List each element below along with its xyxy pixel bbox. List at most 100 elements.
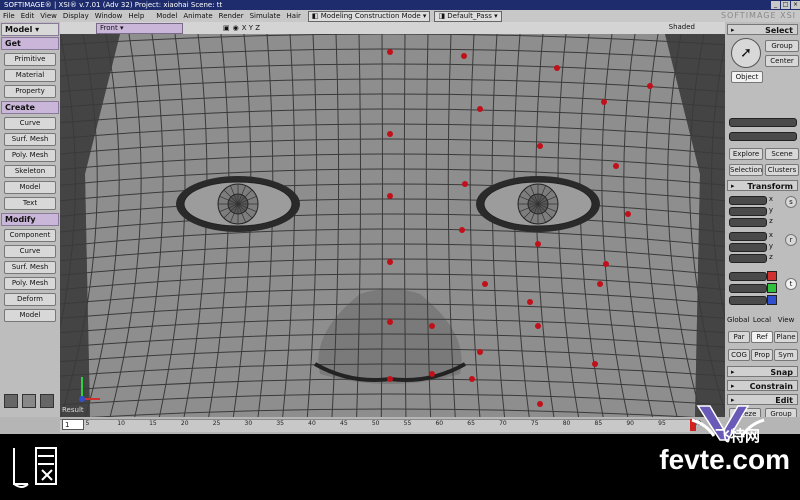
translate-x-swatch[interactable]: [767, 271, 777, 281]
view-button[interactable]: View: [775, 316, 797, 324]
global-button[interactable]: Global: [727, 316, 749, 324]
cog-button[interactable]: COG: [728, 349, 750, 361]
rotate-button[interactable]: r: [785, 234, 797, 246]
clusters-button[interactable]: Clusters: [765, 164, 799, 176]
scale-x-label: x: [768, 195, 774, 203]
timeline-tick: 70: [499, 420, 507, 427]
viewport-front[interactable]: Front ▾ ▣ ◉ X Y Z Shaded Result: [60, 22, 725, 417]
rotate-y-field[interactable]: [729, 243, 767, 252]
view-name: Front: [100, 23, 118, 32]
layout-split-icon[interactable]: [40, 394, 54, 408]
translate-button[interactable]: t: [785, 278, 797, 290]
menu-view[interactable]: View: [37, 12, 60, 20]
create-poly-mesh-button[interactable]: Poly. Mesh: [4, 149, 56, 162]
timeline-tick: 20: [180, 420, 189, 427]
vertex-point: [429, 371, 435, 377]
menu-edit[interactable]: Edit: [18, 12, 38, 20]
local-button[interactable]: Local: [751, 316, 773, 324]
get-property-button[interactable]: Property: [4, 85, 56, 98]
translate-y-field[interactable]: [729, 284, 767, 293]
scale-button[interactable]: s: [785, 196, 797, 208]
minimize-button[interactable]: _: [771, 1, 780, 9]
modify-surf-mesh-button[interactable]: Surf. Mesh: [4, 261, 56, 274]
prop-button[interactable]: Prop: [751, 349, 773, 361]
menu-help[interactable]: Help: [125, 12, 147, 20]
timeline-tick: 50: [371, 420, 380, 427]
menu-render[interactable]: Render: [216, 12, 247, 20]
vertex-point: [597, 281, 603, 287]
select-arrow-icon[interactable]: ➚: [731, 38, 761, 68]
selection-button[interactable]: Selection: [729, 164, 763, 176]
scene-button[interactable]: Scene: [765, 148, 799, 160]
create-text-button[interactable]: Text: [4, 197, 56, 210]
layout-single-icon[interactable]: [22, 394, 36, 408]
get-material-button[interactable]: Material: [4, 69, 56, 82]
get-primitive-button[interactable]: Primitive: [4, 53, 56, 66]
select-center-button[interactable]: Center: [765, 55, 799, 67]
vertex-point: [613, 163, 619, 169]
modify-curve-button[interactable]: Curve: [4, 245, 56, 258]
translate-z-swatch[interactable]: [767, 295, 777, 305]
select-object-button[interactable]: Object: [731, 71, 763, 83]
translate-x-field[interactable]: [729, 272, 767, 281]
modify-poly-mesh-button[interactable]: Poly. Mesh: [4, 277, 56, 290]
ref-button[interactable]: Ref: [751, 331, 773, 343]
transform-title: Transform: [747, 182, 793, 191]
snap-header[interactable]: ▸ Snap: [727, 366, 798, 377]
transform-header[interactable]: ▸ Transform: [727, 180, 798, 191]
timeline-tick: 15: [149, 420, 157, 427]
create-curve-button[interactable]: Curve: [4, 117, 56, 130]
translate-z-field[interactable]: [729, 296, 767, 305]
scale-z-field[interactable]: [729, 218, 767, 227]
vertex-point: [535, 241, 541, 247]
module-selector[interactable]: Model ▾: [1, 23, 59, 36]
modify-model-button[interactable]: Model: [4, 309, 56, 322]
eye-icon[interactable]: ◉: [233, 24, 239, 32]
timeline-tick: 55: [403, 420, 412, 427]
translate-y-swatch[interactable]: [767, 283, 777, 293]
menu-file[interactable]: File: [0, 12, 18, 20]
menu-simulate[interactable]: Simulate: [247, 12, 284, 20]
timeline-start-field[interactable]: 1: [62, 419, 84, 430]
rotate-x-field[interactable]: [729, 232, 767, 241]
menu-animate[interactable]: Animate: [180, 12, 215, 20]
vertex-point: [387, 319, 393, 325]
select-field-2[interactable]: [729, 132, 797, 141]
camera-icon[interactable]: ▣: [223, 24, 230, 32]
select-header[interactable]: ▸ Select: [727, 24, 798, 35]
vertex-point: [429, 323, 435, 329]
menu-hair[interactable]: Hair: [284, 12, 304, 20]
create-surf-mesh-button[interactable]: Surf. Mesh: [4, 133, 56, 146]
menu-model[interactable]: Model: [153, 12, 180, 20]
rotate-z-field[interactable]: [729, 254, 767, 263]
menu-display[interactable]: Display: [60, 12, 92, 20]
scale-y-field[interactable]: [729, 207, 767, 216]
vertex-point: [592, 361, 598, 367]
close-button[interactable]: ×: [791, 1, 800, 9]
timeline-tick: 45: [340, 420, 348, 427]
seal-icon: [13, 447, 57, 488]
plane-button[interactable]: Plane: [774, 331, 798, 343]
select-group-button[interactable]: Group: [765, 40, 799, 52]
constrain-header[interactable]: ▸ Constrain: [727, 380, 798, 391]
create-skeleton-button[interactable]: Skeleton: [4, 165, 56, 178]
scale-x-field[interactable]: [729, 196, 767, 205]
sym-button[interactable]: Sym: [774, 349, 798, 361]
viewport-header: Front ▾ ▣ ◉ X Y Z Shaded: [60, 22, 725, 34]
modify-component-button[interactable]: Component: [4, 229, 56, 242]
create-model-button[interactable]: Model: [4, 181, 56, 194]
pass-dropdown[interactable]: ◨ Default_Pass ▾: [434, 10, 502, 22]
maximize-button[interactable]: □: [781, 1, 790, 9]
menu-window[interactable]: Window: [92, 12, 126, 20]
select-field-1[interactable]: [729, 118, 797, 127]
vertex-point: [387, 131, 393, 137]
construction-mode-dropdown[interactable]: ◧ Modeling Construction Mode ▾: [307, 10, 431, 22]
shading-mode[interactable]: Shaded: [669, 23, 695, 31]
layout-quad-icon[interactable]: [4, 394, 18, 408]
par-button[interactable]: Par: [728, 331, 750, 343]
head-mesh[interactable]: [60, 34, 725, 417]
vertex-point: [647, 83, 653, 89]
view-selector[interactable]: Front ▾: [96, 22, 183, 34]
modify-deform-button[interactable]: Deform: [4, 293, 56, 306]
explore-button[interactable]: Explore: [729, 148, 763, 160]
